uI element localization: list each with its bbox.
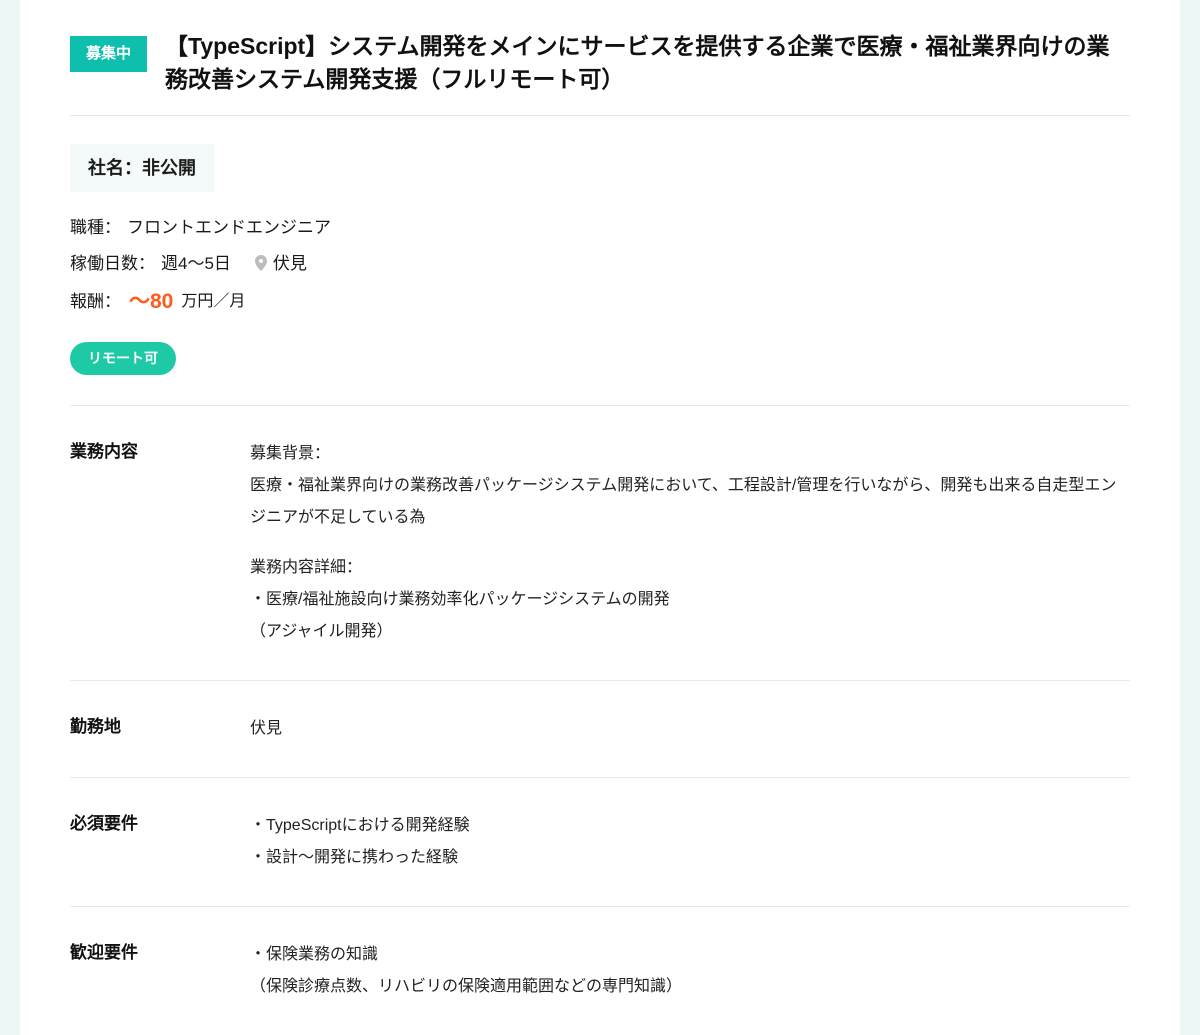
salary-unit: 万円／月 [181,289,245,315]
location-value: 伏見 [273,250,307,277]
section-location: 勤務地 伏見 [70,680,1130,777]
required-line1: ・TypeScriptにおける開発経験 [250,810,1130,842]
salary-line: 報酬： 〜80 万円／月 [70,285,1130,319]
section-label-required: 必須要件 [70,810,230,874]
welcome-line1: ・保険業務の知識 [250,939,1130,971]
work-bg-body: 医療・福祉業界向けの業務改善パッケージシステム開発において、工程設計/管理を行い… [250,470,1130,534]
work-bg-heading: 募集背景： [250,438,1130,470]
company-value: 非公開 [142,158,196,178]
role-value: フロントエンドエンジニア [127,214,331,241]
days-location-line: 稼働日数：週4〜5日 伏見 [70,250,1130,277]
header-row: 募集中 【TypeScript】システム開発をメインにサービスを提供する企業で医… [70,30,1130,116]
location-pin-icon [255,255,267,271]
job-posting-card: 募集中 【TypeScript】システム開発をメインにサービスを提供する企業で医… [20,0,1180,1035]
welcome-line2: （保険診療点数、リハビリの保険適用範囲などの専門知識） [250,971,1130,1003]
status-badge: 募集中 [70,36,147,72]
work-detail-line2: （アジャイル開発） [250,616,1130,648]
required-line2: ・設計〜開発に携わった経験 [250,842,1130,874]
work-detail-heading: 業務内容詳細： [250,552,1130,584]
section-work-content: 業務内容 募集背景： 医療・福祉業界向けの業務改善パッケージシステム開発において… [70,405,1130,680]
company-box: 社名：非公開 [70,144,214,193]
section-body-welcome: ・保険業務の知識 （保険診療点数、リハビリの保険適用範囲などの専門知識） [250,939,1130,1003]
salary-label: 報酬： [70,288,121,315]
days-label: 稼働日数： [70,250,155,277]
section-body-required: ・TypeScriptにおける開発経験 ・設計〜開発に携わった経験 [250,810,1130,874]
section-body-work: 募集背景： 医療・福祉業界向けの業務改善パッケージシステム開発において、工程設計… [250,438,1130,648]
days-value: 週4〜5日 [161,250,231,277]
work-detail-line1: ・医療/福祉施設向け業務効率化パッケージシステムの開発 [250,584,1130,616]
role-line: 職種：フロントエンドエンジニア [70,214,1130,241]
company-label: 社名： [88,158,142,178]
section-required: 必須要件 ・TypeScriptにおける開発経験 ・設計〜開発に携わった経験 [70,777,1130,906]
section-welcome: 歓迎要件 ・保険業務の知識 （保険診療点数、リハビリの保険適用範囲などの専門知識… [70,906,1130,1035]
section-body-location: 伏見 [250,713,1130,745]
salary-amount: 〜80 [129,285,173,319]
section-label-location: 勤務地 [70,713,230,745]
role-label: 職種： [70,214,121,241]
summary-block: 社名：非公開 職種：フロントエンドエンジニア 稼働日数：週4〜5日 伏見 報酬：… [70,116,1130,405]
location-text: 伏見 [250,713,1130,745]
section-label-welcome: 歓迎要件 [70,939,230,1003]
job-title: 【TypeScript】システム開発をメインにサービスを提供する企業で医療・福祉… [165,30,1130,97]
section-label-work: 業務内容 [70,438,230,648]
remote-tag: リモート可 [70,342,176,374]
